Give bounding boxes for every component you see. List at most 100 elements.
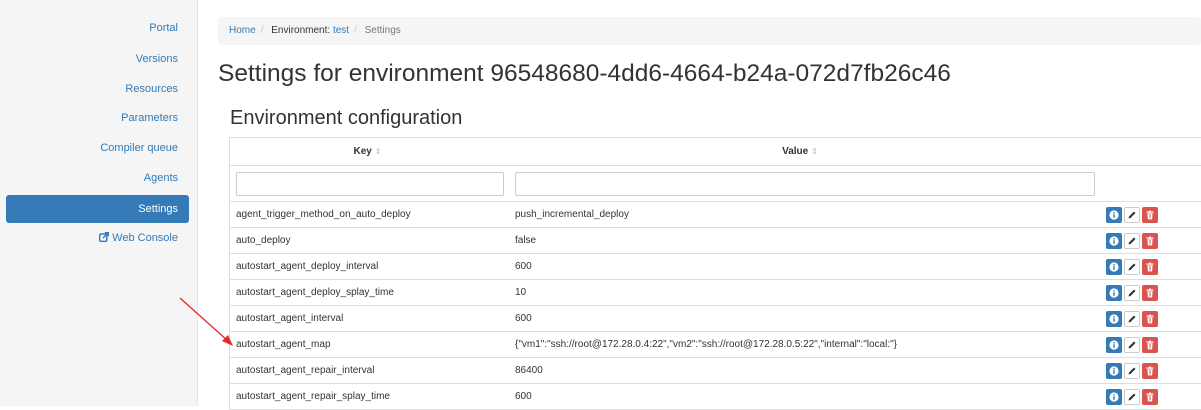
info-icon xyxy=(1109,314,1119,324)
sidebar-item-resources[interactable]: Resources xyxy=(6,75,189,103)
delete-button[interactable] xyxy=(1142,285,1158,301)
breadcrumb-separator: / xyxy=(260,25,264,36)
row-actions xyxy=(1106,207,1160,223)
page-title: Settings for environment 96548680-4dd6-4… xyxy=(218,60,951,87)
info-icon xyxy=(1109,210,1119,220)
filter-row xyxy=(230,166,1201,202)
sidebar-item-agents[interactable]: Agents xyxy=(6,164,189,192)
breadcrumb-current: Settings xyxy=(364,25,401,36)
row-actions xyxy=(1106,389,1160,405)
sidebar-item-compiler-queue[interactable]: Compiler queue xyxy=(6,134,189,162)
settings-table: Key ⇕ Value ⇕ agent_trigger_method_on_auto… xyxy=(229,137,1201,410)
info-button[interactable] xyxy=(1106,389,1122,405)
sidebar-item-versions[interactable]: Versions xyxy=(6,45,189,73)
edit-button[interactable] xyxy=(1124,233,1140,249)
breadcrumb-env-prefix: Environment: xyxy=(271,25,331,36)
info-icon xyxy=(1109,340,1119,350)
info-button[interactable] xyxy=(1106,311,1122,327)
edit-button[interactable] xyxy=(1124,207,1140,223)
edit-button[interactable] xyxy=(1124,337,1140,353)
setting-key: autostart_agent_deploy_interval xyxy=(236,261,379,272)
setting-key: autostart_agent_deploy_splay_time xyxy=(236,287,394,298)
sidebar: Portal Versions Resources Parameters Com… xyxy=(0,0,198,406)
trash-icon xyxy=(1146,236,1154,246)
sidebar-item-web-console[interactable]: Web Console xyxy=(6,224,189,252)
sidebar-item-parameters[interactable]: Parameters xyxy=(6,104,189,132)
setting-key: autostart_agent_repair_interval xyxy=(236,365,375,376)
breadcrumb-separator: / xyxy=(354,25,357,36)
edit-button[interactable] xyxy=(1124,259,1140,275)
table-row: autostart_agent_repair_interval 86400 xyxy=(230,358,1201,384)
delete-button[interactable] xyxy=(1142,389,1158,405)
table-row: autostart_agent_deploy_splay_time 10 xyxy=(230,280,1201,306)
trash-icon xyxy=(1146,366,1154,376)
info-button[interactable] xyxy=(1106,337,1122,353)
setting-key: autostart_agent_map xyxy=(236,339,331,350)
setting-value: false xyxy=(515,235,537,246)
table-header-row: Key ⇕ Value ⇕ xyxy=(230,138,1201,166)
row-actions xyxy=(1106,311,1160,327)
edit-button[interactable] xyxy=(1124,285,1140,301)
trash-icon xyxy=(1146,314,1154,324)
breadcrumb-environment-link[interactable]: test xyxy=(333,25,349,36)
pencil-icon xyxy=(1128,393,1136,401)
column-header-value[interactable]: Value ⇕ xyxy=(505,138,1095,165)
delete-button[interactable] xyxy=(1142,207,1158,223)
sidebar-item-label: Web Console xyxy=(112,232,178,244)
row-actions xyxy=(1106,233,1160,249)
trash-icon xyxy=(1146,288,1154,298)
trash-icon xyxy=(1146,392,1154,402)
table-row: auto_deploy false xyxy=(230,228,1201,254)
trash-icon xyxy=(1146,210,1154,220)
edit-button[interactable] xyxy=(1124,363,1140,379)
sidebar-item-settings[interactable]: Settings xyxy=(6,195,189,223)
breadcrumb: Home / Environment: test / Settings xyxy=(218,17,1201,45)
setting-value: 600 xyxy=(515,391,532,402)
info-button[interactable] xyxy=(1106,285,1122,301)
table-row: autostart_agent_repair_splay_time 600 xyxy=(230,384,1201,410)
table-body: agent_trigger_method_on_auto_deploy push_… xyxy=(230,202,1201,410)
delete-button[interactable] xyxy=(1142,311,1158,327)
delete-button[interactable] xyxy=(1142,337,1158,353)
annotation-arrow-icon xyxy=(179,297,233,346)
info-icon xyxy=(1109,392,1119,402)
pencil-icon xyxy=(1128,315,1136,323)
column-header-label: Key xyxy=(353,146,372,157)
external-link-icon xyxy=(99,232,110,242)
column-header-label: Value xyxy=(782,146,809,157)
pencil-icon xyxy=(1128,341,1136,349)
row-actions xyxy=(1106,285,1160,301)
sidebar-item-portal[interactable]: Portal xyxy=(6,14,189,42)
column-header-key[interactable]: Key ⇕ xyxy=(230,138,505,165)
info-button[interactable] xyxy=(1106,259,1122,275)
pencil-icon xyxy=(1128,263,1136,271)
sort-icon: ⇕ xyxy=(374,147,382,156)
info-button[interactable] xyxy=(1106,207,1122,223)
edit-button[interactable] xyxy=(1124,311,1140,327)
setting-value: 86400 xyxy=(515,365,543,376)
trash-icon xyxy=(1146,262,1154,272)
info-icon xyxy=(1109,236,1119,246)
key-filter-input[interactable] xyxy=(236,172,504,196)
setting-value: {"vm1":"ssh://root@172.28.0.4:22","vm2":… xyxy=(515,339,897,350)
table-row: agent_trigger_method_on_auto_deploy push_… xyxy=(230,202,1201,228)
delete-button[interactable] xyxy=(1142,363,1158,379)
pencil-icon xyxy=(1128,211,1136,219)
row-actions xyxy=(1106,337,1160,353)
sort-icon: ⇕ xyxy=(811,147,818,156)
delete-button[interactable] xyxy=(1142,259,1158,275)
pencil-icon xyxy=(1128,367,1136,375)
table-row: autostart_agent_deploy_interval 600 xyxy=(230,254,1201,280)
info-button[interactable] xyxy=(1106,233,1122,249)
edit-button[interactable] xyxy=(1124,389,1140,405)
value-filter-input[interactable] xyxy=(515,172,1095,196)
pencil-icon xyxy=(1128,237,1136,245)
delete-button[interactable] xyxy=(1142,233,1158,249)
info-icon xyxy=(1109,366,1119,376)
info-button[interactable] xyxy=(1106,363,1122,379)
setting-value: 10 xyxy=(515,287,527,298)
breadcrumb-home-link[interactable]: Home xyxy=(229,25,256,36)
setting-value: push_incremental_deploy xyxy=(515,209,629,220)
info-icon xyxy=(1109,262,1119,272)
setting-key: auto_deploy xyxy=(236,235,291,246)
